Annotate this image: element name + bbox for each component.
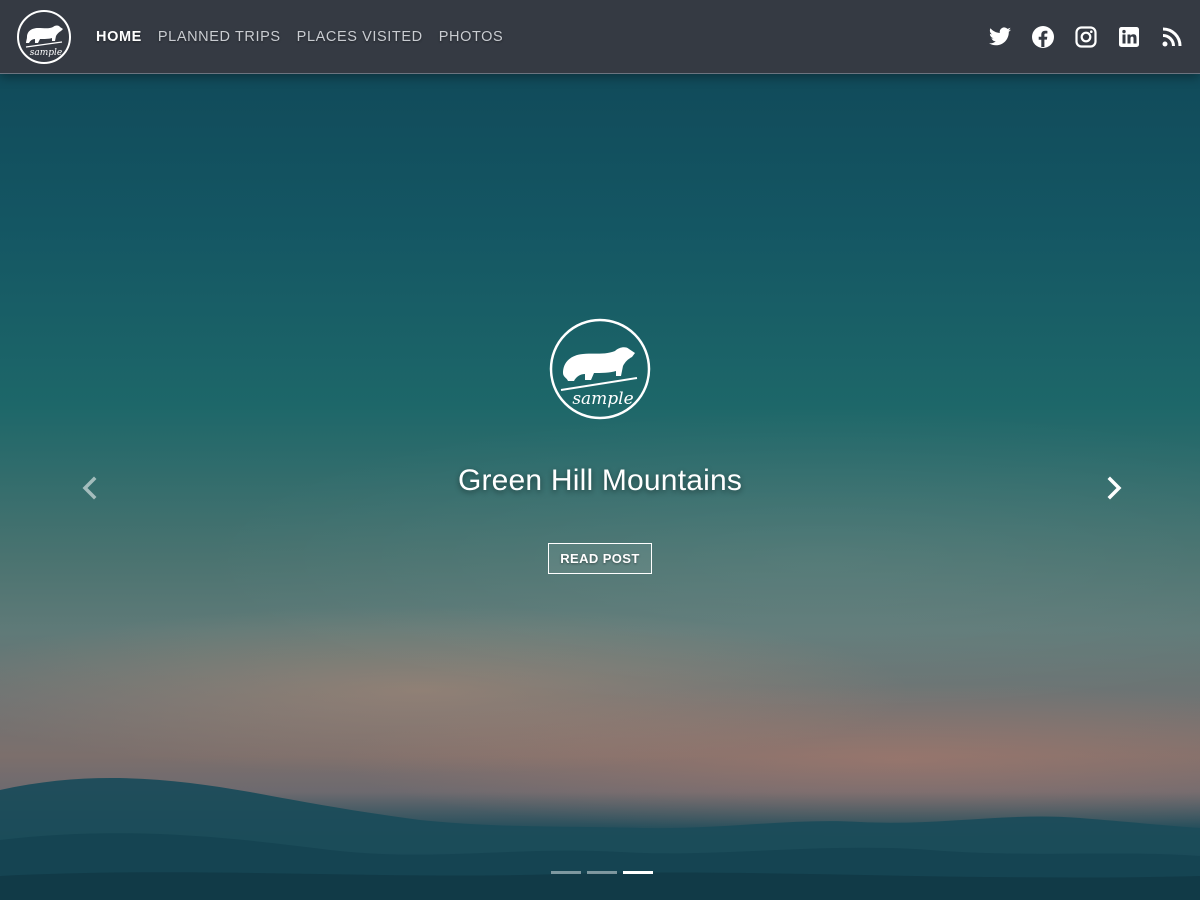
carousel-indicator[interactable] — [587, 871, 617, 874]
bear-logo-icon: sample — [17, 9, 71, 64]
facebook-icon[interactable] — [1031, 25, 1055, 49]
slide-logo: sample — [549, 318, 651, 420]
carousel-indicator-active[interactable] — [623, 871, 653, 874]
linkedin-icon[interactable] — [1117, 25, 1141, 49]
nav-link-planned-trips[interactable]: PLANNED TRIPS — [158, 29, 281, 45]
top-navbar: sample HOME PLANNED TRIPS PLACES VISITED… — [0, 0, 1200, 74]
twitter-icon[interactable] — [988, 25, 1012, 49]
social-links — [988, 25, 1184, 49]
instagram-icon[interactable] — [1074, 25, 1098, 49]
carousel-indicator[interactable] — [551, 871, 581, 874]
read-post-button[interactable]: READ POST — [548, 543, 652, 574]
nav-links: HOME PLANNED TRIPS PLACES VISITED PHOTOS — [96, 29, 503, 45]
slide-title: Green Hill Mountains — [457, 464, 743, 497]
site-logo[interactable]: sample — [16, 9, 72, 65]
svg-text:sample: sample — [572, 389, 633, 409]
carousel-indicators — [551, 871, 653, 874]
nav-link-home[interactable]: HOME — [96, 29, 142, 45]
page: sample HOME PLANNED TRIPS PLACES VISITED… — [0, 0, 1200, 900]
svg-text:sample: sample — [30, 48, 62, 58]
rss-icon[interactable] — [1160, 25, 1184, 49]
slide-caption: sample Green Hill Mountains READ POST — [0, 318, 1200, 574]
carousel-next-arrow-icon[interactable] — [1102, 476, 1126, 500]
nav-link-photos[interactable]: PHOTOS — [439, 29, 504, 45]
bear-emblem-icon: sample — [549, 318, 651, 420]
nav-link-places-visited[interactable]: PLACES VISITED — [297, 29, 423, 45]
carousel-prev-arrow-icon[interactable] — [78, 476, 102, 500]
